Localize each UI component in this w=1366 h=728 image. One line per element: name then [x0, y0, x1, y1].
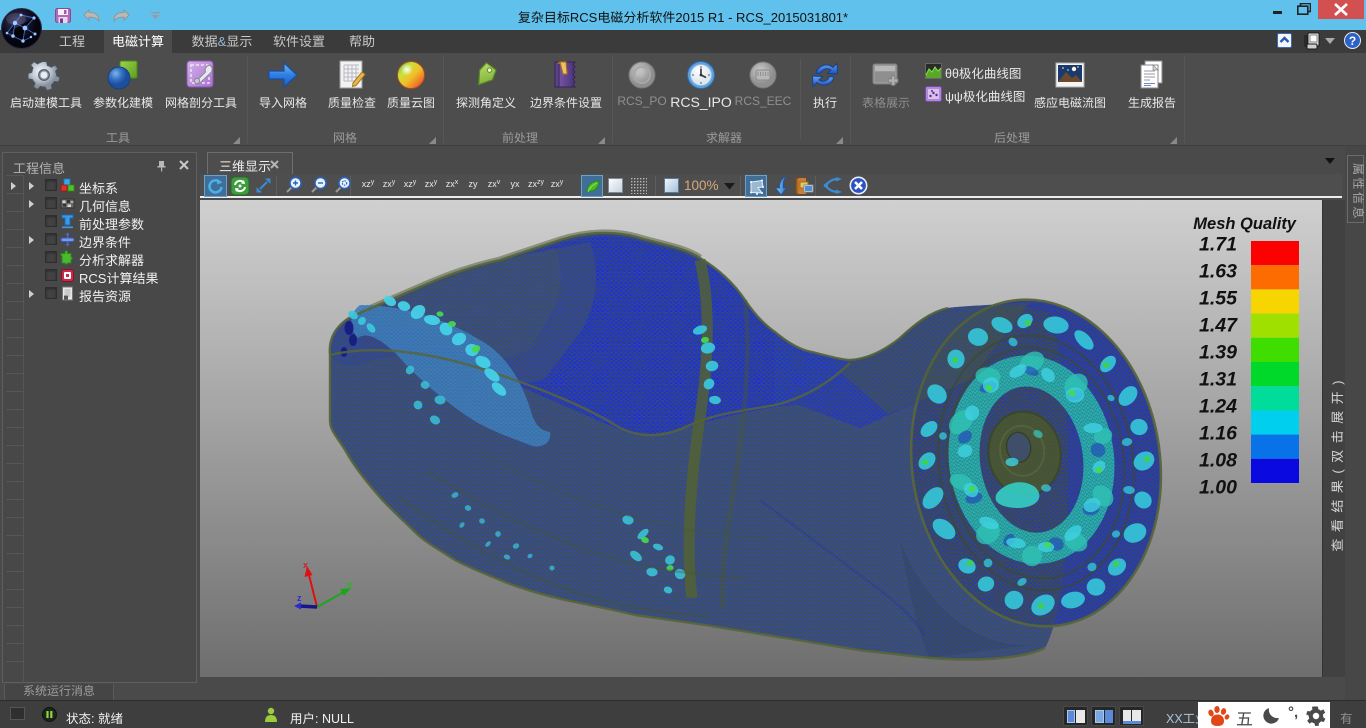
svg-text:1.47: 1.47	[1199, 315, 1238, 337]
svg-text:1.63: 1.63	[1199, 261, 1237, 283]
svg-text:1.24: 1.24	[1199, 396, 1237, 418]
svg-text:Mesh Quality: Mesh Quality	[1193, 215, 1297, 233]
svg-text:1.31: 1.31	[1199, 369, 1237, 391]
svg-text:1.16: 1.16	[1199, 423, 1237, 445]
svg-text:1.08: 1.08	[1199, 450, 1237, 472]
svg-text:x: x	[303, 560, 308, 570]
svg-text:y: y	[347, 579, 352, 589]
svg-text:z: z	[297, 593, 302, 603]
svg-text:1.00: 1.00	[1199, 477, 1237, 499]
svg-text:1.39: 1.39	[1199, 342, 1237, 364]
svg-text:1.71: 1.71	[1199, 234, 1237, 256]
svg-text:1.55: 1.55	[1199, 288, 1238, 310]
